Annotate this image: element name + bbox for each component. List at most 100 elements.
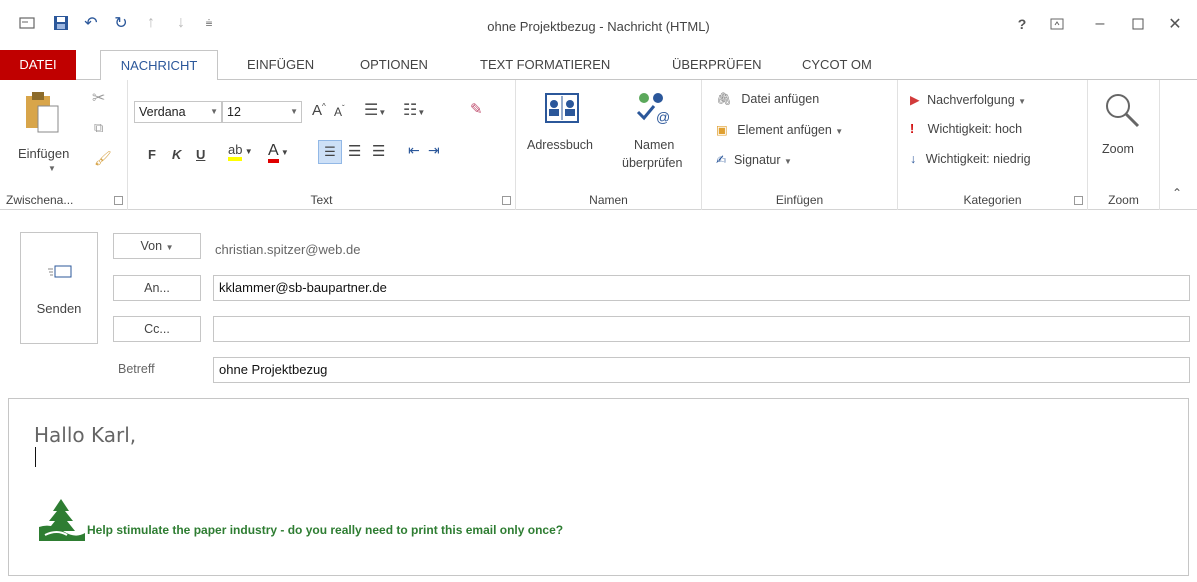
tags-launcher-icon[interactable]	[1074, 196, 1083, 205]
group-text: Verdana ▼ 12 ▼ A^ Aˇ ☰▼ ☷▼ ✎ F K U ab ▼ A …	[128, 80, 516, 210]
minimize-icon[interactable]: –	[1088, 13, 1112, 35]
low-importance-button[interactable]: ↓ Wichtigkeit: niedrig	[910, 152, 1031, 166]
tab-text-formatieren[interactable]: TEXT FORMATIEREN	[470, 50, 620, 80]
align-center-icon[interactable]: ☰	[348, 142, 361, 160]
bold-button[interactable]: F	[148, 147, 156, 162]
send-envelope-icon	[48, 265, 72, 278]
help-button[interactable]: ?	[1010, 13, 1034, 35]
clipboard-launcher-icon[interactable]	[114, 196, 123, 205]
flag-icon: ▶	[910, 93, 920, 107]
greeting-text: Hallo Karl,	[34, 423, 137, 447]
check-names-icon: @	[636, 93, 670, 125]
magnifier-icon	[1106, 94, 1140, 128]
group-names: Adressbuch @ Namen überprüfen Namen	[516, 80, 702, 210]
cc-field[interactable]	[213, 316, 1190, 342]
font-size-select[interactable]: 12 ▼	[222, 101, 302, 123]
tab-cycot-om[interactable]: CYCOT OM	[792, 50, 882, 80]
attach-item-dropdown-icon: ▼	[835, 127, 844, 136]
clear-formatting-icon[interactable]: ✎	[470, 100, 483, 118]
attach-item-label: Element anfügen	[737, 123, 832, 137]
followup-button[interactable]: ▶ Nachverfolgung ▼	[910, 92, 1026, 107]
zoom-group-label: Zoom	[1108, 193, 1139, 207]
tab-einfuegen[interactable]: EINFÜGEN	[237, 50, 324, 80]
decrease-indent-icon[interactable]: ⇤	[408, 142, 420, 159]
text-launcher-icon[interactable]	[502, 196, 511, 205]
ribbon: Einfügen ▼ ✂ ⧉ 🖌 Zwischena... Verdana ▼ 1…	[0, 80, 1197, 210]
highlight-icon[interactable]: ab ▼	[228, 142, 253, 161]
shrink-font-icon[interactable]: Aˇ	[334, 104, 345, 119]
text-cursor	[35, 447, 36, 467]
attach-file-label: Datei anfügen	[741, 92, 820, 106]
font-size-value: 12	[227, 105, 241, 119]
underline-button[interactable]: U	[196, 147, 205, 162]
paste-label: Einfügen	[18, 146, 70, 161]
from-button[interactable]: Von ▼	[113, 233, 201, 259]
followup-label: Nachverfolgung	[927, 93, 1015, 107]
svg-text:@: @	[656, 109, 670, 125]
maximize-icon[interactable]	[1126, 13, 1150, 35]
low-importance-label: Wichtigkeit: niedrig	[925, 152, 1031, 166]
tab-ueberpruefen[interactable]: ÜBERPRÜFEN	[662, 50, 772, 80]
font-family-value: Verdana	[139, 105, 186, 119]
paste-button[interactable]: Einfügen ▼	[18, 90, 70, 180]
tab-datei[interactable]: DATEI	[0, 50, 76, 80]
addressbook-icon	[545, 93, 579, 123]
insert-group-label: Einfügen	[775, 193, 824, 207]
signature-label: Signatur	[733, 153, 781, 167]
group-clipboard: Einfügen ▼ ✂ ⧉ 🖌 Zwischena...	[0, 80, 128, 210]
message-body[interactable]: Hallo Karl, Help stimulate the paper ind…	[8, 398, 1189, 576]
to-button[interactable]: An...	[113, 275, 201, 301]
tab-nachricht[interactable]: NACHRICHT	[100, 50, 218, 81]
tags-group-label: Kategorien	[963, 193, 1022, 207]
ribbon-display-options-icon[interactable]	[1045, 13, 1069, 35]
signature-icon: ✍	[716, 153, 727, 167]
tab-optionen[interactable]: OPTIONEN	[350, 50, 438, 80]
high-importance-icon: !	[910, 122, 915, 136]
addressbook-button[interactable]: Adressbuch	[524, 90, 600, 170]
ribbon-tabs: DATEI NACHRICHT EINFÜGEN OPTIONEN TEXT F…	[0, 50, 1197, 81]
group-insert: 🖇 Datei anfügen ▣ Element anfügen ▼ ✍ Si…	[702, 80, 898, 210]
close-icon[interactable]: ✕	[1163, 13, 1187, 35]
format-painter-icon[interactable]: 🖌	[94, 150, 112, 167]
zoom-button[interactable]: Zoom	[1098, 90, 1150, 170]
cc-button[interactable]: Cc...	[113, 316, 201, 342]
zoom-button-label: Zoom	[1102, 142, 1134, 156]
from-button-label: Von	[140, 239, 163, 253]
send-button[interactable]: Senden	[20, 232, 98, 344]
high-importance-button[interactable]: ! Wichtigkeit: hoch	[910, 122, 1022, 136]
high-importance-label: Wichtigkeit: hoch	[927, 122, 1023, 136]
subject-label: Betreff	[118, 362, 155, 376]
from-dropdown-icon: ▼	[165, 243, 174, 252]
numbering-icon[interactable]: ☷▼	[403, 100, 425, 120]
subject-field[interactable]: ohne Projektbezug	[213, 357, 1190, 383]
low-importance-icon: ↓	[910, 152, 917, 166]
collapse-ribbon-icon[interactable]: ⌃	[1172, 186, 1182, 200]
check-names-label-2: überprüfen	[622, 156, 683, 170]
paste-dropdown-icon: ▼	[48, 164, 56, 173]
check-names-button[interactable]: @ Namen überprüfen	[616, 90, 696, 180]
attach-file-button[interactable]: 🖇 Datei anfügen	[716, 92, 819, 107]
print-footer-text: Help stimulate the paper industry - do y…	[87, 523, 564, 537]
font-color-icon[interactable]: A ▼	[268, 142, 289, 163]
eco-tree-logo-icon	[39, 499, 85, 541]
group-zoom: Zoom Zoom	[1088, 80, 1160, 210]
font-family-select[interactable]: Verdana ▼	[134, 101, 222, 123]
italic-button[interactable]: K	[172, 147, 181, 162]
align-right-icon[interactable]: ☰	[372, 142, 385, 160]
signature-button[interactable]: ✍ Signatur ▼	[716, 152, 792, 167]
increase-indent-icon[interactable]: ⇥	[428, 142, 440, 159]
attach-item-button[interactable]: ▣ Element anfügen ▼	[716, 122, 843, 137]
clipboard-group-label: Zwischena...	[6, 193, 74, 207]
group-tags: ▶ Nachverfolgung ▼ ! Wichtigkeit: hoch ↓…	[898, 80, 1088, 210]
cut-icon[interactable]: ✂	[92, 88, 105, 108]
attach-item-icon: ▣	[716, 123, 728, 137]
send-label: Senden	[36, 301, 82, 316]
grow-font-icon[interactable]: A^	[312, 102, 326, 119]
to-field[interactable]: kklammer@sb-baupartner.de	[213, 275, 1190, 301]
bullets-icon[interactable]: ☰▼	[364, 100, 386, 120]
names-group-label: Namen	[589, 193, 628, 207]
addressbook-label: Adressbuch	[527, 138, 594, 152]
align-left-icon[interactable]: ☰	[318, 140, 342, 164]
copy-icon[interactable]: ⧉	[94, 120, 103, 136]
title-bar: ↶ ↻ ↑ ↓ ⩧ ohne Projektbezug - Nachricht …	[0, 0, 1197, 50]
